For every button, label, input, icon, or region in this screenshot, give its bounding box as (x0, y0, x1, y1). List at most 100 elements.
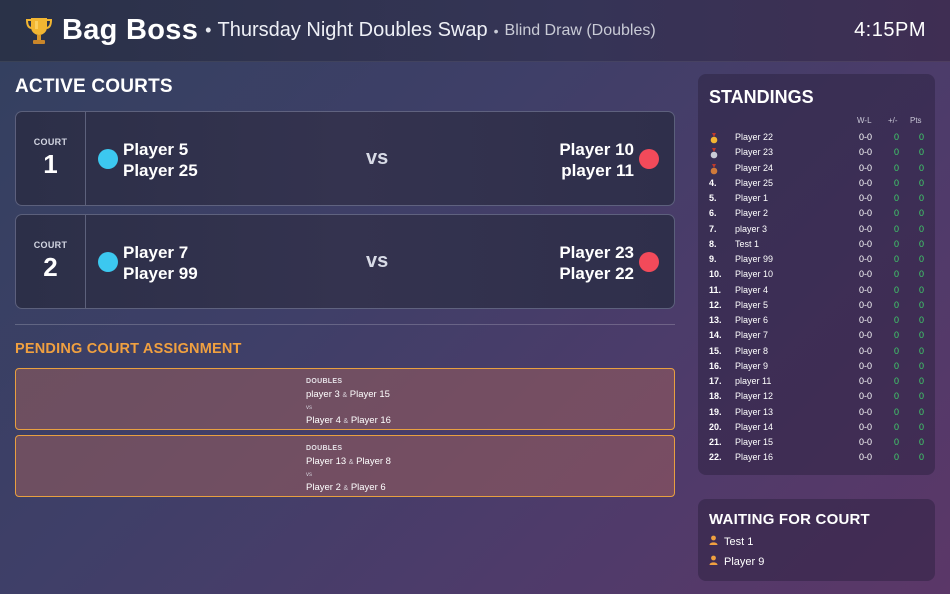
points: 0 (919, 406, 925, 417)
waiting-player: Player 9 (709, 555, 764, 568)
win-loss: 0-0 (859, 345, 873, 356)
plus-minus: 0 (894, 299, 900, 310)
waiting-player-name: Player 9 (724, 555, 765, 568)
points: 0 (919, 391, 925, 402)
pending-match-card[interactable]: DOUBLES Player 13 & Player 8 vs Player 2… (15, 435, 675, 497)
waiting-panel: WAITING FOR COURT Test 1 Player 9 (698, 499, 935, 581)
points: 0 (919, 345, 925, 356)
pending-team-b: Player 2 & Player 6 (306, 482, 391, 496)
player-name: player 3 (306, 388, 340, 400)
win-loss: 0-0 (859, 147, 873, 158)
win-loss: 0-0 (859, 269, 873, 280)
plus-minus: 0 (894, 177, 900, 188)
court-number-box: COURT 2 (16, 215, 86, 308)
rank: 5. (709, 193, 717, 203)
player-name: Player 99 (123, 264, 198, 283)
rank: 21. (709, 437, 722, 447)
standings-row: 18. Player 12 0-0 0 0 (698, 391, 935, 406)
rank: 10. (709, 269, 722, 280)
win-loss: 0-0 (859, 177, 873, 188)
gold-medal-icon (710, 133, 718, 146)
plus-minus: 0 (894, 360, 900, 371)
section-divider (15, 324, 675, 325)
player-name: Player 2 (735, 208, 769, 219)
player-name: Player 16 (350, 414, 391, 426)
court-number: 2 (43, 252, 58, 282)
standings-panel: STANDINGS W-L +/- Pts Player 22 0-0 0 0 Play… (698, 74, 935, 475)
standings-row: 22. Player 16 0-0 0 0 (698, 452, 935, 467)
rank: 8. (709, 238, 717, 249)
ampersand: & (342, 391, 348, 399)
plus-minus: 0 (894, 421, 900, 432)
team-red-dot (639, 149, 659, 169)
plus-minus: 0 (894, 147, 900, 158)
clock: 4:15PM (854, 19, 926, 41)
plus-minus: 0 (894, 223, 900, 234)
vs-label: vs (306, 472, 312, 478)
standings-row: 17. player 11 0-0 0 0 (698, 376, 935, 391)
win-loss: 0-0 (859, 330, 873, 341)
win-loss: 0-0 (859, 360, 873, 371)
player-name: Player 99 (735, 254, 774, 264)
player-name: Player 5 (735, 299, 769, 310)
standings-row: 11. Player 4 0-0 0 0 (698, 285, 935, 300)
team-blue-dot (98, 149, 118, 169)
plus-minus: 0 (894, 330, 900, 341)
points: 0 (919, 177, 925, 188)
standings-row: 7. player 3 0-0 0 0 (698, 224, 935, 239)
player-name: Player 22 (735, 132, 774, 142)
player-name: Player 25 (123, 161, 198, 180)
plus-minus: 0 (894, 437, 900, 447)
ampersand: & (348, 458, 354, 466)
court-label: COURT (33, 240, 68, 250)
ampersand: & (343, 417, 349, 425)
points: 0 (919, 208, 925, 219)
player-name: Player 1 (735, 193, 769, 203)
standings-row: 10. Player 10 0-0 0 0 (698, 269, 935, 284)
win-loss: 0-0 (859, 162, 873, 173)
player-name: Player 7 (123, 243, 189, 262)
pending-title: PENDING COURT ASSIGNMENT (15, 341, 242, 357)
points: 0 (919, 299, 925, 310)
pending-match-details: DOUBLES Player 13 & Player 8 vs Player 2… (306, 443, 391, 495)
match-type: DOUBLES (306, 445, 343, 452)
column-header-plus-minus: +/- (888, 116, 898, 125)
plus-minus: 0 (894, 269, 900, 280)
standings-row: 14. Player 7 0-0 0 0 (698, 330, 935, 345)
app-title: Bag Boss (62, 14, 199, 46)
court-card-2[interactable]: COURT 2 Player 7 Player 99 vs Player 23 … (15, 214, 675, 309)
bronze-medal-icon (710, 163, 718, 177)
win-loss: 0-0 (859, 391, 873, 402)
points: 0 (919, 452, 925, 463)
standings-row: 12. Player 5 0-0 0 0 (698, 300, 935, 315)
rank: 15. (709, 345, 722, 356)
player-name: Player 12 (735, 391, 774, 402)
court-number: 1 (43, 149, 58, 179)
court-card-1[interactable]: COURT 1 Player 5 Player 25 vs Player 10 … (15, 111, 675, 206)
column-header-pts: Pts (910, 116, 922, 125)
standings-row: Player 22 0-0 0 0 (698, 132, 935, 147)
win-loss: 0-0 (859, 223, 873, 234)
player-name: Player 14 (735, 421, 774, 432)
player-name: Player 8 (356, 455, 391, 467)
pending-match-card[interactable]: DOUBLES player 3 & Player 15 vs Player 4… (15, 368, 675, 430)
player-name: Player 7 (735, 330, 769, 341)
player-name: Player 24 (735, 162, 774, 173)
trophy-icon (24, 14, 54, 48)
waiting-player: Test 1 (709, 535, 753, 548)
plus-minus: 0 (894, 162, 900, 173)
win-loss: 0-0 (859, 299, 873, 310)
event-name: Thursday Night Doubles Swap (217, 19, 488, 41)
win-loss: 0-0 (859, 132, 873, 142)
plus-minus: 0 (894, 391, 900, 402)
waiting-player-name: Test 1 (724, 535, 754, 548)
plus-minus: 0 (894, 132, 900, 142)
active-courts-title: ACTIVE COURTS (15, 76, 173, 97)
player-name: Player 15 (735, 437, 774, 447)
points: 0 (919, 360, 925, 371)
player-name: Player 5 (123, 140, 189, 159)
rank: 18. (709, 391, 722, 402)
standings-row: 4. Player 25 0-0 0 0 (698, 178, 935, 193)
rank: 17. (709, 376, 722, 386)
player-name: Player 6 (350, 481, 386, 493)
